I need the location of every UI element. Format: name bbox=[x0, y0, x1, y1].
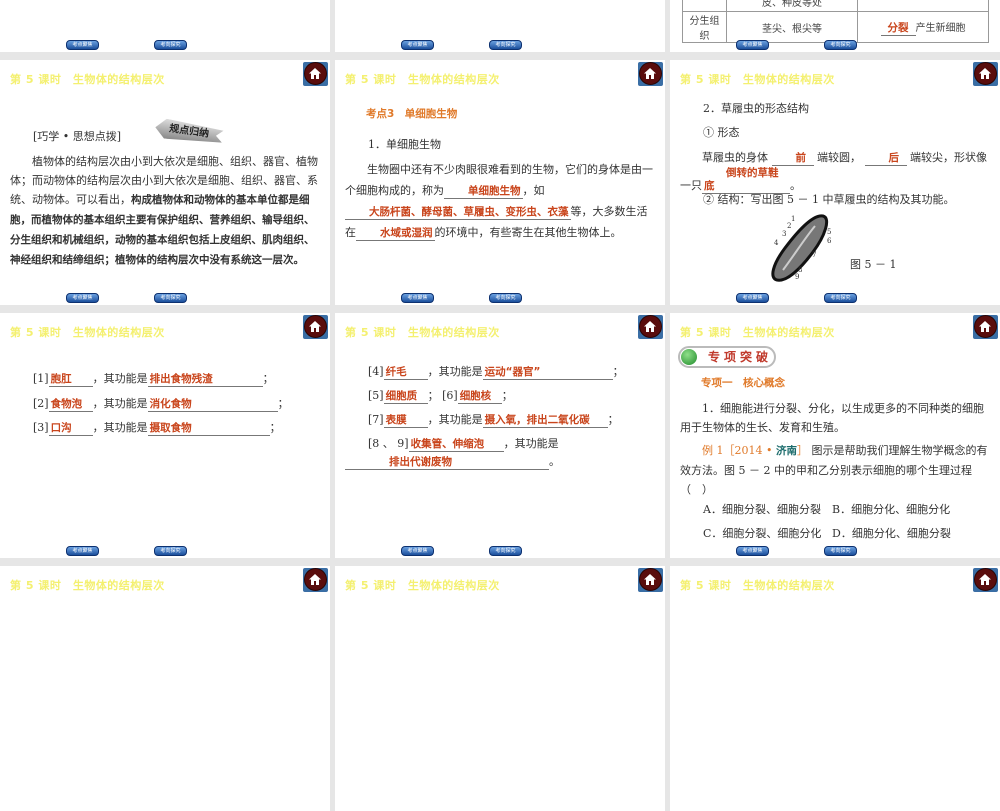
slide-header: 第 5 课时 生物体的结构层次 bbox=[10, 579, 165, 592]
home-button[interactable] bbox=[303, 315, 328, 339]
prev-nav-button[interactable]: 考点聚焦 bbox=[401, 546, 434, 556]
list-item: [4] 纤毛 ，其功能是 运动“器官”； bbox=[368, 365, 624, 380]
example-question: 例 1［2014 • 济南］ 图示是帮助我们理解生物学概念的有效方法。图 5 －… bbox=[680, 444, 988, 496]
slide-top-left[interactable]: 考点聚焦 考向探究 bbox=[0, 0, 330, 52]
svg-text:3: 3 bbox=[782, 230, 786, 238]
paramecium-figure: 123456789 bbox=[771, 214, 832, 282]
option-c[interactable]: C．细胞分裂、细胞分化 bbox=[703, 525, 821, 543]
svg-text:7: 7 bbox=[812, 251, 816, 259]
option-b[interactable]: B．细胞分化、细胞分化 bbox=[832, 501, 950, 519]
next-nav-button[interactable]: 考向探究 bbox=[489, 546, 522, 556]
topic-heading: 专项一 核心概念 bbox=[701, 377, 785, 389]
answer-blank: 分裂 bbox=[880, 22, 916, 36]
next-nav-button[interactable]: 考向探究 bbox=[824, 40, 857, 50]
slide-parts-1[interactable]: 第 5 课时 生物体的结构层次 [1] 胞肛 ，其功能是 排出食物残渣； [2] 食物泡… bbox=[0, 313, 330, 558]
home-icon bbox=[979, 321, 991, 332]
list-item: [8 、 9] 收集管、伸缩泡 ，其功能是 bbox=[368, 437, 559, 452]
list-item: [5] 细胞质； [6] 细胞核； bbox=[368, 389, 513, 404]
option-a[interactable]: A．细胞分裂、细胞分裂 bbox=[703, 501, 821, 519]
home-button[interactable] bbox=[638, 568, 663, 592]
answer-blank: 倒转的草鞋底 bbox=[702, 167, 790, 194]
next-nav-button[interactable]: 考向探究 bbox=[489, 293, 522, 303]
slide-header: 第 5 课时 生物体的结构层次 bbox=[345, 326, 500, 339]
answer-blank: 后 bbox=[864, 152, 907, 166]
slide-top-right[interactable]: 皮、种皮等处 分生组织 茎尖、根尖等 分裂 产生新细胞 考点聚焦 考向探究 bbox=[670, 0, 1000, 52]
next-nav-button[interactable]: 考向探究 bbox=[824, 293, 857, 303]
prev-nav-button[interactable]: 考点聚焦 bbox=[66, 293, 99, 303]
slide-single-cell[interactable]: 第 5 课时 生物体的结构层次 考点3 单细胞生物 1．单细胞生物 生物圈中还有… bbox=[335, 60, 665, 305]
answer-blank: 前 bbox=[771, 152, 814, 166]
list-item: [2] 食物泡 ，其功能是 消化食物； bbox=[33, 397, 289, 412]
home-icon bbox=[309, 321, 321, 332]
slide-header: 第 5 课时 生物体的结构层次 bbox=[345, 579, 500, 592]
slide-header: 第 5 课时 生物体的结构层次 bbox=[680, 73, 835, 86]
home-button[interactable] bbox=[303, 62, 328, 86]
slide-bottom-right[interactable]: 第 5 课时 生物体的结构层次 bbox=[670, 566, 1000, 811]
home-button[interactable] bbox=[973, 315, 998, 339]
svg-text:4: 4 bbox=[774, 239, 779, 247]
home-button[interactable] bbox=[303, 568, 328, 592]
home-icon bbox=[309, 68, 321, 79]
answer-blank: 单细胞生物 bbox=[444, 185, 523, 199]
table-row: 分生组织 茎尖、根尖等 分裂 产生新细胞 bbox=[682, 11, 989, 43]
slide-tips[interactable]: 第 5 课时 生物体的结构层次 [巧学 • 思想点拨] 规点归纳 植物体的结构层… bbox=[0, 60, 330, 305]
answer-blank: 水域或湿润 bbox=[356, 227, 435, 241]
prev-nav-button[interactable]: 考点聚焦 bbox=[401, 40, 434, 50]
slide-paramecium[interactable]: 第 5 课时 生物体的结构层次 2．草履虫的形态结构 ① 形态 草履虫的身体 前… bbox=[670, 60, 1000, 305]
home-icon bbox=[979, 574, 991, 585]
list-item: [3] 口沟 ，其功能是 摄取食物； bbox=[33, 421, 281, 436]
option-d[interactable]: D．细胞分化、细胞分裂 bbox=[832, 525, 951, 543]
home-icon bbox=[644, 68, 656, 79]
svg-text:1: 1 bbox=[791, 215, 795, 223]
svg-text:2: 2 bbox=[787, 222, 791, 230]
prev-nav-button[interactable]: 考点聚焦 bbox=[401, 293, 434, 303]
prev-nav-button[interactable]: 考点聚焦 bbox=[736, 546, 769, 556]
svg-text:5: 5 bbox=[827, 228, 831, 236]
svg-text:6: 6 bbox=[827, 237, 832, 245]
next-nav-button[interactable]: 考向探究 bbox=[154, 546, 187, 556]
prev-nav-button[interactable]: 考点聚焦 bbox=[736, 40, 769, 50]
home-icon bbox=[979, 68, 991, 79]
single-cell-paragraph: 生物圈中还有不少肉眼很难看到的生物，它们的身体是由一个细胞构成的，称为 单细胞生物… bbox=[345, 163, 653, 241]
answer-blank: 大肠杆菌、酵母菌、草履虫、变形虫、衣藻 bbox=[345, 206, 571, 220]
tissue-table: 皮、种皮等处 分生组织 茎尖、根尖等 分裂 产生新细胞 bbox=[682, 0, 989, 43]
figure-caption: 图 5 － 1 bbox=[850, 258, 897, 271]
slide-header: 第 5 课时 生物体的结构层次 bbox=[345, 73, 500, 86]
slide-header: 第 5 课时 生物体的结构层次 bbox=[10, 73, 165, 86]
home-icon bbox=[644, 321, 656, 332]
home-button[interactable] bbox=[973, 568, 998, 592]
slide-header: 第 5 课时 生物体的结构层次 bbox=[10, 326, 165, 339]
next-nav-button[interactable]: 考向探究 bbox=[824, 546, 857, 556]
prev-nav-button[interactable]: 考点聚焦 bbox=[66, 546, 99, 556]
section-label: [巧学 • 思想点拨] bbox=[33, 130, 122, 143]
home-icon bbox=[644, 574, 656, 585]
next-nav-button[interactable]: 考向探究 bbox=[489, 40, 522, 50]
prev-nav-button[interactable]: 考点聚焦 bbox=[736, 293, 769, 303]
home-button[interactable] bbox=[638, 315, 663, 339]
section-heading: 考点3 单细胞生物 bbox=[366, 108, 458, 120]
slide-special-topic[interactable]: 第 5 课时 生物体的结构层次 专项突破 专项一 核心概念 1．细胞能进行分裂、… bbox=[670, 313, 1000, 558]
special-topic-banner: 专项突破 bbox=[678, 346, 776, 368]
home-button[interactable] bbox=[973, 62, 998, 86]
next-nav-button[interactable]: 考向探究 bbox=[154, 293, 187, 303]
summary-badge: 规点归纳 bbox=[154, 117, 224, 146]
next-nav-button[interactable]: 考向探究 bbox=[154, 40, 187, 50]
home-button[interactable] bbox=[638, 62, 663, 86]
slide-header: 第 5 课时 生物体的结构层次 bbox=[680, 579, 835, 592]
slide-top-middle[interactable]: 考点聚焦 考向探究 bbox=[335, 0, 665, 52]
subheading: 1．单细胞生物 bbox=[368, 138, 441, 151]
slide-header: 第 5 课时 生物体的结构层次 bbox=[680, 326, 835, 339]
home-icon bbox=[309, 574, 321, 585]
list-item: [1] 胞肛 ，其功能是 排出食物残渣； bbox=[33, 372, 274, 387]
summary-paragraph: 植物体的结构层次由小到大依次是细胞、组织、器官、植物体；而动物体的结构层次由小到… bbox=[10, 155, 318, 266]
green-dot-icon bbox=[681, 349, 697, 365]
table-row: 皮、种皮等处 bbox=[682, 0, 989, 12]
slide-parts-2[interactable]: 第 5 课时 生物体的结构层次 [4] 纤毛 ，其功能是 运动“器官”； [5] 细胞质… bbox=[335, 313, 665, 558]
svg-text:9: 9 bbox=[795, 273, 799, 281]
slide-bottom-middle[interactable]: 第 5 课时 生物体的结构层次 bbox=[335, 566, 665, 811]
prev-nav-button[interactable]: 考点聚焦 bbox=[66, 40, 99, 50]
list-item: [7] 表膜 ，其功能是 摄入氧，排出二氧化碳； bbox=[368, 413, 619, 428]
slide-bottom-left[interactable]: 第 5 课时 生物体的结构层次 bbox=[0, 566, 330, 811]
